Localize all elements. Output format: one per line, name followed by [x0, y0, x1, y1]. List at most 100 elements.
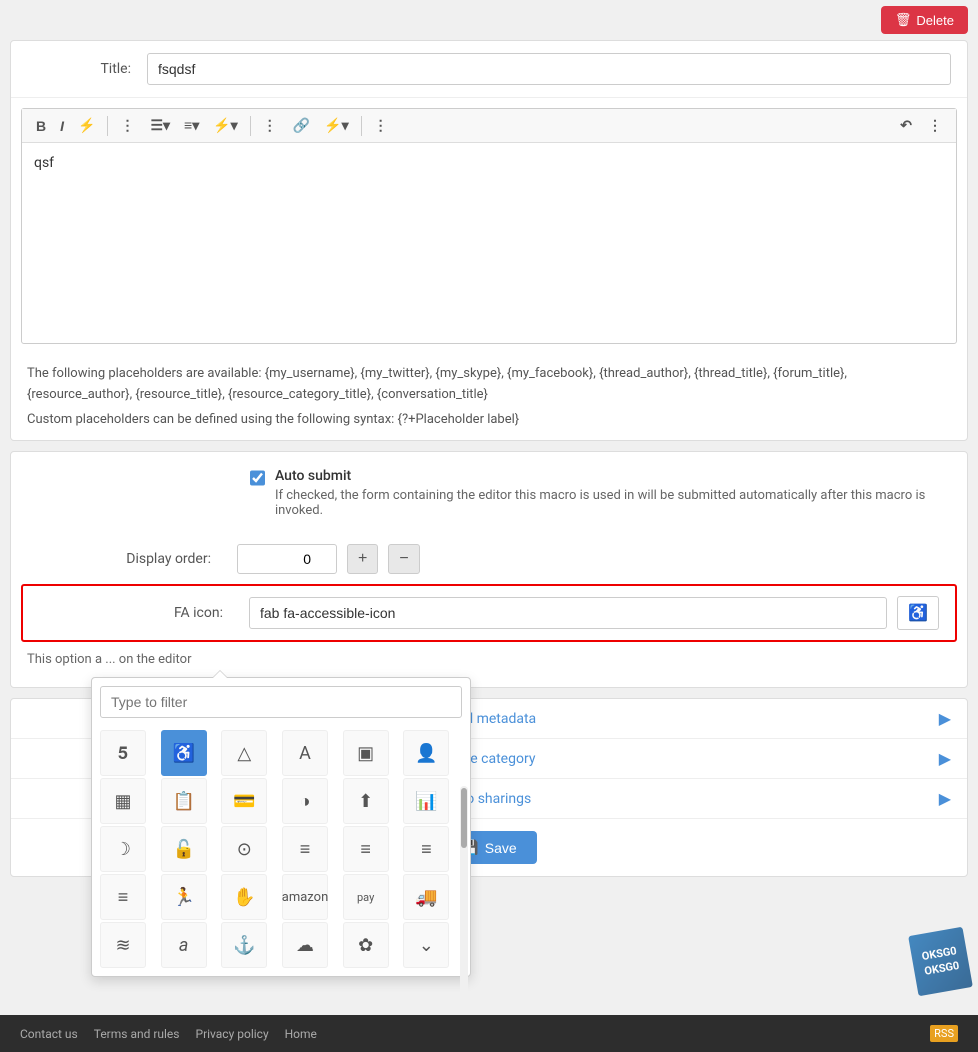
fa-icon-section: FA icon: ♿ This option a ... on the edit… — [11, 584, 967, 677]
fa-icon-input[interactable] — [249, 597, 887, 629]
icon-item[interactable]: ≡ — [282, 826, 328, 872]
align-button[interactable]: ≡▾ — [178, 113, 205, 138]
icon-item[interactable]: 📋 — [161, 778, 207, 824]
sep-1 — [107, 116, 108, 136]
lightning-btn-1[interactable]: ⚡ — [72, 113, 101, 138]
footer-links: Contact us Terms and rules Privacy polic… — [20, 1027, 317, 1041]
undo-button[interactable]: ↶ — [894, 113, 918, 138]
fa-icon-input-wrap — [249, 597, 887, 629]
icon-item[interactable]: ◑ — [282, 778, 328, 824]
icon-item[interactable]: A — [282, 730, 328, 776]
icon-picker-dropdown: 𝟓 ♿ △ A ▣ 👤 ▦ 📋 💳 ◑ ⬆ 📊 ☽ — [91, 677, 471, 977]
list-group: ☰▾ ≡▾ ⚡▾ ⋮ — [144, 113, 282, 138]
decrement-button[interactable]: − — [388, 544, 419, 574]
icon-item[interactable]: ✋ — [221, 874, 267, 920]
icon-item[interactable]: ≋ — [100, 922, 146, 968]
icon-item[interactable]: ⬆ — [343, 778, 389, 824]
contact-link[interactable]: Contact us — [20, 1027, 78, 1041]
title-label: Title: — [27, 61, 147, 77]
autosubmit-label: Auto submit — [275, 468, 951, 484]
top-bar: 🗑 Delete — [0, 0, 978, 40]
icon-item[interactable]: ⌄ — [403, 922, 449, 968]
fa-icon-desc: This option a ... on the editor — [11, 652, 967, 677]
italic-button[interactable]: I — [54, 114, 70, 138]
picker-arrow — [212, 670, 228, 678]
icon-item[interactable]: a — [161, 922, 207, 968]
icon-item[interactable]: 🔓 — [161, 826, 207, 872]
dots-btn-2[interactable]: ⋮ — [257, 113, 283, 138]
trash-icon: 🗑 — [895, 12, 912, 28]
autosubmit-row: Auto submit If checked, the form contain… — [11, 452, 967, 534]
icon-item[interactable]: ≡ — [100, 874, 146, 920]
fa-icon-row: FA icon: ♿ — [21, 584, 957, 642]
icon-item[interactable]: 🚚 — [403, 874, 449, 920]
increment-button[interactable]: + — [347, 544, 378, 574]
icon-item[interactable]: 📊 — [403, 778, 449, 824]
icon-item[interactable]: ≡ — [403, 826, 449, 872]
scrollbar-thumb — [461, 788, 467, 848]
editor-text: qsf — [34, 155, 54, 171]
icon-scrollbar[interactable] — [460, 786, 468, 1006]
icon-grid-wrapper: 𝟓 ♿ △ A ▣ 👤 ▦ 📋 💳 ◑ ⬆ 📊 ☽ — [92, 726, 470, 976]
main-card: Title: B I ⚡ ⋮ ☰▾ ≡▾ ⚡▾ ⋮ — [10, 40, 968, 441]
icon-item[interactable]: ☽ — [100, 826, 146, 872]
icon-item[interactable]: 💳 — [221, 778, 267, 824]
settings-section: Auto submit If checked, the form contain… — [10, 451, 968, 688]
editor-wrapper: B I ⚡ ⋮ ☰▾ ≡▾ ⚡▾ ⋮ 🔗 ⚡▾ ⋮ — [21, 108, 957, 344]
list-button[interactable]: ☰▾ — [144, 113, 176, 138]
icon-item[interactable]: ▣ — [343, 730, 389, 776]
icon-item[interactable]: ✿ — [343, 922, 389, 968]
bold-button[interactable]: B — [30, 114, 52, 138]
display-order-row: Display order: + − — [11, 534, 967, 584]
lightning-btn-3[interactable]: ⚡▾ — [318, 113, 354, 138]
watermark-inner: OKSG0OKSG0 — [908, 927, 973, 996]
icon-item[interactable]: ▦ — [100, 778, 146, 824]
link-button[interactable]: 🔗 — [287, 113, 316, 138]
rss-icon[interactable]: RSS — [930, 1025, 958, 1042]
editor-toolbar: B I ⚡ ⋮ ☰▾ ≡▾ ⚡▾ ⋮ 🔗 ⚡▾ ⋮ — [22, 109, 956, 143]
icon-item[interactable]: △ — [221, 730, 267, 776]
icon-item[interactable]: ⊙ — [221, 826, 267, 872]
icon-item[interactable]: 👤 — [403, 730, 449, 776]
icon-filter-input[interactable] — [100, 686, 462, 718]
link-group: 🔗 ⚡▾ ⋮ — [287, 113, 394, 138]
home-link[interactable]: Home — [285, 1027, 317, 1041]
autosubmit-desc: If checked, the form containing the edit… — [275, 488, 951, 518]
sep-3 — [361, 116, 362, 136]
icon-item[interactable]: ⚓ — [221, 922, 267, 968]
footer: Contact us Terms and rules Privacy polic… — [0, 1015, 978, 1052]
save-label: Save — [485, 840, 517, 856]
autosubmit-label-wrap: Auto submit If checked, the form contain… — [275, 468, 951, 518]
icon-grid: 𝟓 ♿ △ A ▣ 👤 ▦ 📋 💳 ◑ ⬆ 📊 ☽ — [92, 726, 470, 976]
icon-item[interactable]: ☁ — [282, 922, 328, 968]
dots-btn-1[interactable]: ⋮ — [114, 113, 140, 138]
title-input[interactable] — [147, 53, 951, 85]
lightning-btn-2[interactable]: ⚡▾ — [207, 113, 243, 138]
delete-button[interactable]: 🗑 Delete — [881, 6, 968, 34]
page-wrapper: 🗑 Delete Title: B I ⚡ ⋮ ☰▾ ≡▾ — [0, 0, 978, 1052]
icon-item-selected[interactable]: ♿ — [161, 730, 207, 776]
fa-icon-picker-btn[interactable]: ♿ — [897, 596, 939, 630]
placeholder-info: The following placeholders are available… — [11, 354, 967, 440]
display-order-input[interactable] — [237, 544, 337, 574]
dots-btn-3[interactable]: ⋮ — [368, 113, 394, 138]
editor-content[interactable]: qsf — [22, 143, 956, 343]
title-row: Title: — [11, 41, 967, 98]
thread-metadata-arrow: ▶ — [939, 709, 951, 728]
format-group: B I ⚡ ⋮ — [30, 113, 140, 138]
macro-sharings-arrow: ▶ — [939, 789, 951, 808]
change-category-arrow: ▶ — [939, 749, 951, 768]
privacy-link[interactable]: Privacy policy — [196, 1027, 269, 1041]
icon-item[interactable]: 𝟓 — [100, 730, 146, 776]
placeholder-custom: Custom placeholders can be defined using… — [27, 410, 951, 431]
icon-item[interactable]: pay — [343, 874, 389, 920]
autosubmit-checkbox[interactable] — [250, 470, 265, 486]
terms-link[interactable]: Terms and rules — [94, 1027, 180, 1041]
dots-btn-4[interactable]: ⋮ — [922, 113, 948, 138]
icon-item[interactable]: amazon — [282, 874, 328, 920]
watermark: OKSG0OKSG0 — [913, 931, 968, 992]
icon-item[interactable]: 🏃 — [161, 874, 207, 920]
icon-item[interactable]: ≡ — [343, 826, 389, 872]
delete-label: Delete — [916, 13, 954, 28]
toolbar-right: ↶ ⋮ — [894, 113, 948, 138]
